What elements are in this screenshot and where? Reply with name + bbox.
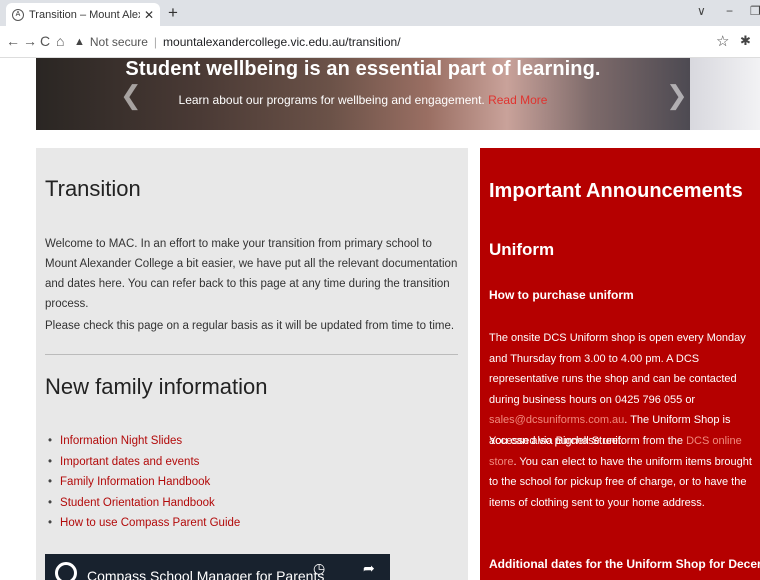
intro-paragraph: Welcome to MAC. In an effort to make you… — [45, 238, 458, 310]
announcements-panel: Important Announcements Uniform How to p… — [480, 148, 760, 580]
new-tab-button[interactable]: + — [168, 3, 178, 23]
link-student-orientation-handbook[interactable]: Student Orientation Handbook — [48, 493, 240, 514]
additional-dates-heading: Additional dates for the Uniform Shop fo… — [489, 557, 760, 571]
divider — [45, 354, 458, 355]
carousel-prev-icon[interactable]: ❮ — [120, 80, 142, 111]
not-secure-label: Not secure — [89, 35, 148, 49]
url-field[interactable]: ▲ Not secure | mountalexandercollege.vic… — [74, 30, 714, 54]
tab-search-icon[interactable]: ∨ — [697, 4, 706, 18]
compass-video-embed[interactable]: Compass School Manager for Parents ◷ ➦ — [45, 554, 390, 580]
hero-subtitle-text: Learn about our programs for wellbeing a… — [178, 93, 485, 107]
hero-title: Student wellbeing is an essential part o… — [125, 58, 601, 80]
link-information-night-slides[interactable]: Information Night Slides — [48, 431, 240, 452]
read-more-link[interactable]: Read More — [488, 93, 547, 107]
bookmark-star-icon[interactable]: ☆ — [716, 32, 729, 50]
transition-panel: Transition Welcome to MAC. In an effort … — [36, 148, 468, 580]
family-links-list: Information Night Slides Important dates… — [48, 431, 240, 534]
how-to-purchase-heading: How to purchase uniform — [489, 288, 634, 302]
site-favicon-icon: A — [12, 8, 24, 21]
warning-icon: ▲ — [74, 36, 85, 48]
reload-button[interactable]: C — [40, 33, 50, 49]
watch-later-icon[interactable]: ◷ — [313, 560, 325, 577]
tab-title: Transition – Mount Alexander Co — [29, 8, 140, 21]
link-compass-parent-guide[interactable]: How to use Compass Parent Guide — [48, 513, 240, 534]
back-button[interactable]: ← — [6, 33, 20, 49]
new-family-heading: New family information — [45, 374, 268, 399]
carousel-next-icon[interactable]: ❯ — [666, 80, 688, 111]
share-icon[interactable]: ➦ — [363, 560, 375, 577]
close-tab-icon[interactable]: ✕ — [144, 8, 154, 22]
video-title[interactable]: Compass School Manager for Parents — [87, 568, 324, 580]
link-important-dates[interactable]: Important dates and events — [48, 452, 240, 473]
hero-side-image — [690, 58, 760, 130]
home-button[interactable]: ⌂ — [56, 33, 64, 49]
extensions-puzzle-icon[interactable]: ✱ — [740, 33, 751, 49]
url-text: mountalexandercollege.vic.edu.au/transit… — [163, 35, 401, 49]
update-note-paragraph: Please check this page on a regular basi… — [45, 320, 455, 332]
browser-tab[interactable]: A Transition – Mount Alexander Co ✕ — [6, 3, 160, 26]
uniform-heading: Uniform — [489, 240, 555, 259]
url-separator: | — [153, 35, 158, 49]
link-family-handbook[interactable]: Family Information Handbook — [48, 472, 240, 493]
sales-email-link[interactable]: sales@dcsuniforms.com.au — [489, 414, 624, 426]
announcements-heading: Important Announcements — [489, 180, 743, 202]
forward-button[interactable]: → — [23, 33, 37, 49]
transition-heading: Transition — [45, 176, 141, 201]
maximize-icon[interactable]: ❐ — [750, 4, 760, 18]
address-bar-row: ← → C ⌂ ▲ Not secure | mountalexandercol… — [0, 26, 760, 58]
minimize-icon[interactable]: − — [726, 4, 733, 18]
compass-logo-icon — [55, 562, 77, 580]
browser-tab-bar: A Transition – Mount Alexander Co ✕ + ∨ … — [0, 0, 760, 26]
hero-banner: Student wellbeing is an essential part o… — [36, 58, 690, 130]
online-store-paragraph: You can also purchase uniform from the D… — [489, 435, 752, 509]
